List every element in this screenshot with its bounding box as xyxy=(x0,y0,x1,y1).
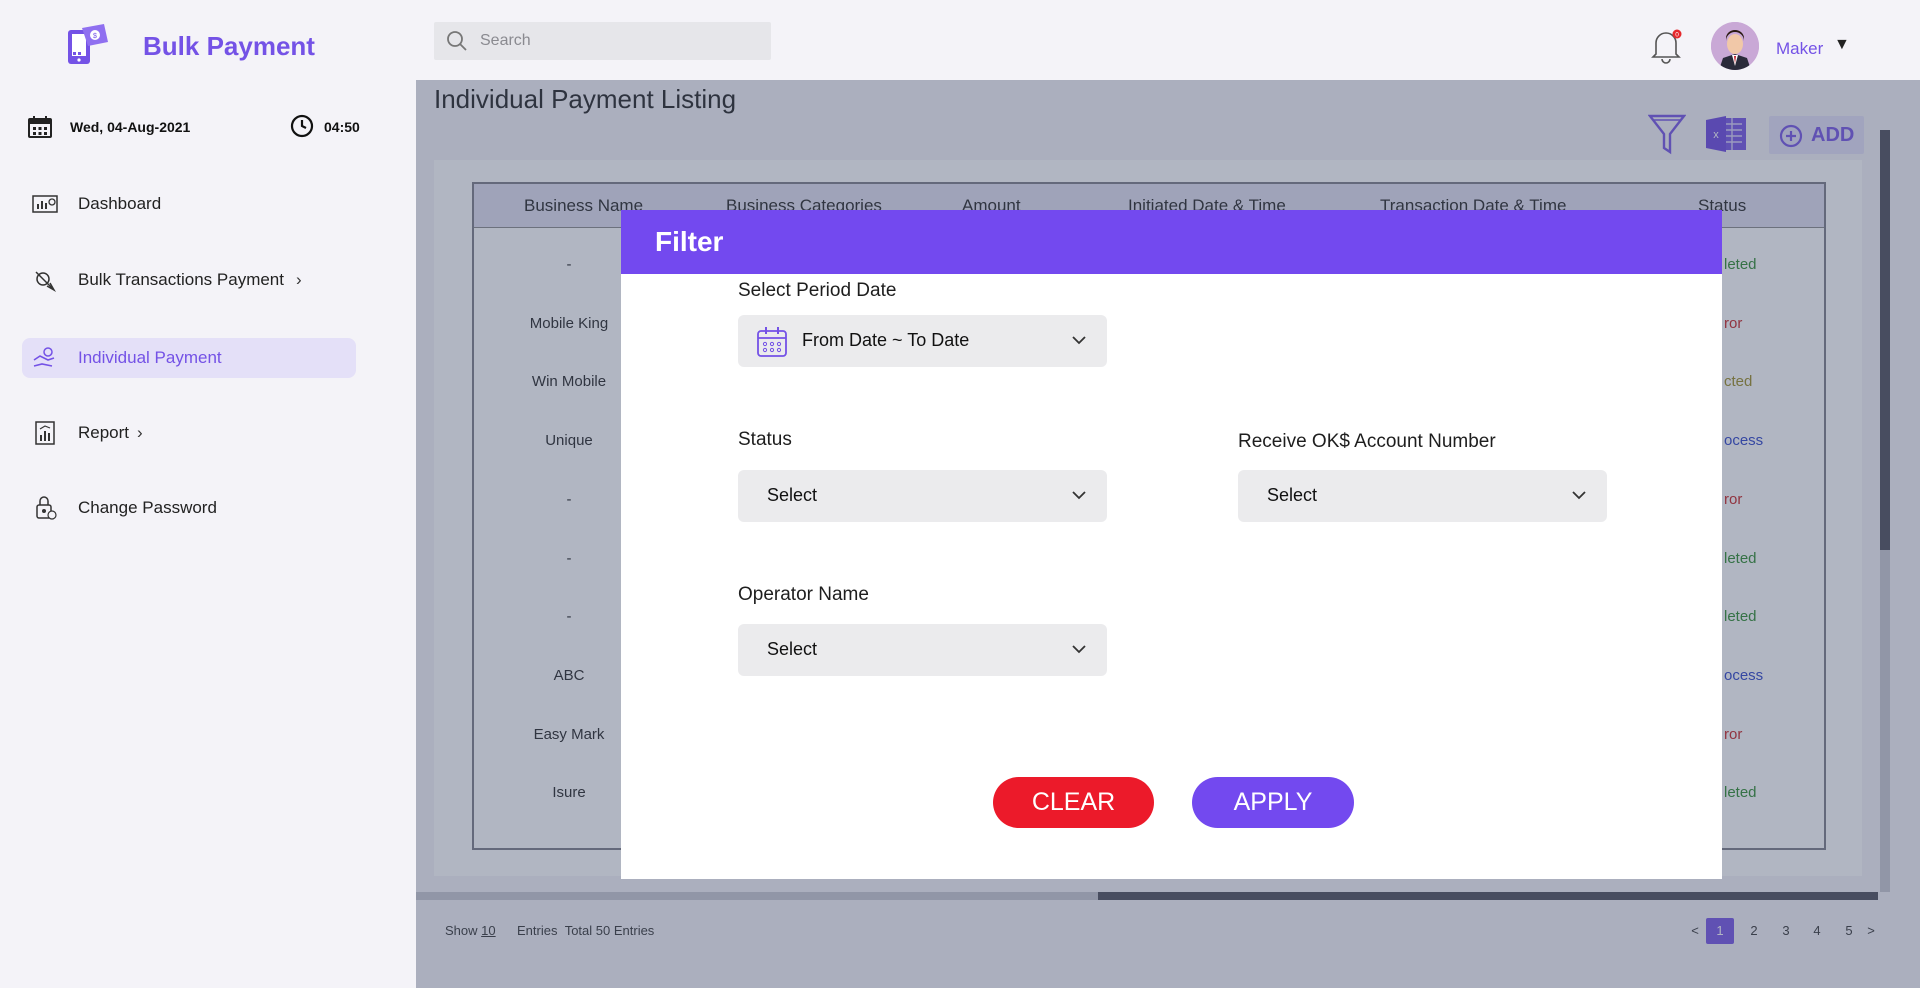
status-select[interactable]: Select xyxy=(738,470,1107,522)
operator-name-label: Operator Name xyxy=(738,584,869,605)
status-select-value: Select xyxy=(767,485,818,505)
sidebar-item-change-password[interactable]: Change Password xyxy=(22,488,356,528)
calendar-icon xyxy=(757,327,787,357)
bulk-transactions-icon xyxy=(35,271,57,292)
sidebar-item-individual-payment[interactable]: Individual Payment xyxy=(22,338,356,378)
chevron-down-icon xyxy=(1072,336,1086,345)
account-number-select[interactable]: Select xyxy=(1238,470,1607,522)
sidebar-item-label: Dashboard xyxy=(78,194,162,213)
user-name[interactable]: Maker xyxy=(1776,39,1823,59)
notification-bell-icon[interactable]: 0 xyxy=(1648,26,1684,66)
operator-name-select[interactable]: Select xyxy=(738,624,1107,676)
sidebar: $ Bulk Payment Wed, 04-Aug-2021 04:50 Da… xyxy=(0,0,416,988)
caret-down-icon[interactable]: ▼ xyxy=(1834,36,1850,54)
period-date-label: Select Period Date xyxy=(738,280,897,301)
modal-header: Filter xyxy=(621,210,1722,274)
chevron-down-icon xyxy=(1572,491,1586,500)
svg-text:$: $ xyxy=(93,33,97,40)
logo-icon: $ xyxy=(68,24,108,64)
sidebar-item-label: Report xyxy=(78,423,130,442)
modal-title: Filter xyxy=(655,226,724,257)
change-password-icon xyxy=(36,496,57,520)
status-label: Status xyxy=(738,429,792,450)
search-box xyxy=(434,22,771,60)
sidebar-item-bulk-transactions[interactable]: Bulk Transactions Payment › xyxy=(22,260,356,300)
sidebar-item-report[interactable]: Report › xyxy=(22,413,356,453)
chevron-right-icon: › xyxy=(137,423,143,442)
user-avatar-icon xyxy=(1711,22,1759,70)
report-icon xyxy=(35,421,55,445)
search-input[interactable] xyxy=(480,30,750,52)
apply-button[interactable]: APPLY xyxy=(1192,777,1354,828)
chevron-down-icon xyxy=(1072,491,1086,500)
avatar[interactable] xyxy=(1711,22,1759,70)
notification-count: 0 xyxy=(1675,32,1679,39)
clock-icon xyxy=(290,114,314,138)
dashboard-icon xyxy=(32,195,58,213)
chevron-down-icon xyxy=(1072,645,1086,654)
search-icon xyxy=(447,31,467,51)
sidebar-item-label: Change Password xyxy=(78,498,217,517)
sidebar-item-dashboard[interactable]: Dashboard xyxy=(22,184,356,224)
sidebar-item-label: Bulk Transactions Payment xyxy=(78,270,284,289)
sidebar-item-label: Individual Payment xyxy=(78,348,222,367)
current-time: 04:50 xyxy=(324,119,360,135)
individual-payment-icon xyxy=(33,347,55,367)
chevron-right-icon: › xyxy=(296,270,302,289)
current-date: Wed, 04-Aug-2021 xyxy=(70,119,191,135)
operator-select-value: Select xyxy=(767,639,818,659)
brand-title: Bulk Payment xyxy=(143,31,315,61)
filter-modal: Filter Select Period Date From Date ~ To… xyxy=(621,210,1722,879)
account-select-value: Select xyxy=(1267,485,1318,505)
clear-button[interactable]: CLEAR xyxy=(993,777,1154,828)
datetime-bar: Wed, 04-Aug-2021 04:50 xyxy=(28,114,368,142)
account-number-label: Receive OK$ Account Number xyxy=(1238,431,1496,452)
calendar-icon xyxy=(28,116,52,138)
period-date-value: From Date ~ To Date xyxy=(802,330,970,350)
period-date-select[interactable]: From Date ~ To Date xyxy=(738,315,1107,367)
